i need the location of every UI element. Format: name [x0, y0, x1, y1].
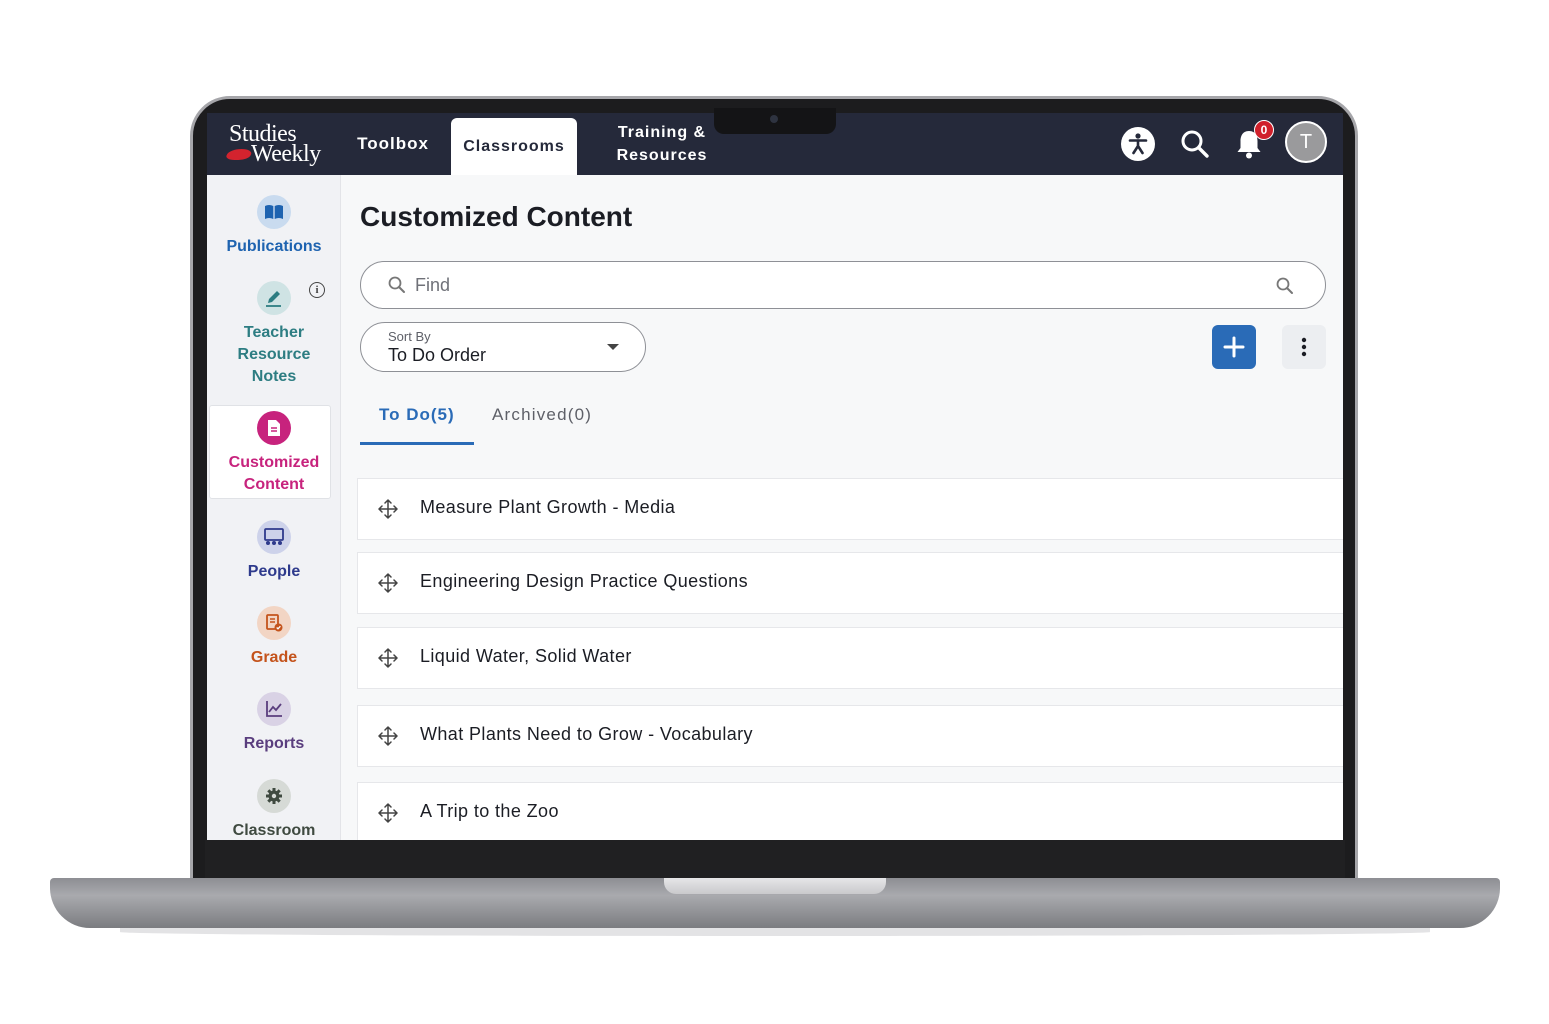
search-icon[interactable] — [1177, 126, 1213, 162]
sidebar-item-label: Teacher Resource Notes — [237, 324, 311, 385]
search-icon — [387, 275, 407, 300]
list-item[interactable]: A Trip to the Zoo — [357, 782, 1343, 840]
user-avatar[interactable]: T — [1285, 121, 1327, 163]
sidebar: Publications i Teacher Resource Notes Cu… — [207, 175, 341, 840]
sidebar-item-label: Customized Content — [228, 454, 320, 493]
search-field[interactable] — [360, 261, 1326, 309]
sort-by-select[interactable]: Sort By To Do Order — [360, 322, 646, 372]
plus-icon — [1223, 336, 1245, 358]
sidebar-item-label: Grade — [250, 649, 298, 666]
list-item[interactable]: Engineering Design Practice Questions — [357, 552, 1343, 614]
sidebar-item-grade[interactable]: Grade — [207, 606, 341, 669]
drag-handle-icon[interactable] — [377, 498, 399, 525]
drag-handle-icon[interactable] — [377, 802, 399, 829]
laptop-groove — [664, 878, 886, 894]
item-title[interactable]: A Trip to the Zoo — [420, 801, 559, 822]
camera — [770, 115, 778, 123]
sort-by-label: Sort By — [388, 329, 431, 344]
notification-count-badge: 0 — [1254, 120, 1274, 140]
book-icon — [257, 195, 291, 229]
sidebar-item-label: People — [247, 563, 301, 580]
tab-archived[interactable]: Archived(0) — [492, 405, 592, 425]
drag-handle-icon[interactable] — [377, 725, 399, 752]
apple-icon — [224, 149, 254, 160]
sidebar-item-teacher-resource-notes[interactable]: Teacher Resource Notes — [207, 281, 341, 388]
sidebar-item-classroom[interactable]: Classroom — [207, 779, 341, 840]
vertical-dots-icon — [1301, 337, 1307, 357]
search-submit-icon[interactable] — [1275, 276, 1295, 301]
nav-training-label: Training & Resources — [616, 124, 708, 164]
laptop-bezel — [205, 840, 1345, 878]
page-title: Customized Content — [360, 201, 633, 232]
chevron-down-icon — [607, 344, 619, 350]
list-item[interactable]: What Plants Need to Grow - Vocabulary — [357, 705, 1343, 767]
sidebar-item-label: Publications — [226, 238, 322, 255]
nav-training-resources[interactable]: Training & Resources — [599, 113, 725, 175]
nav-classrooms[interactable]: Classrooms — [451, 118, 577, 175]
item-title[interactable]: Engineering Design Practice Questions — [420, 571, 748, 592]
search-input[interactable] — [415, 272, 1255, 298]
sidebar-item-publications[interactable]: Publications — [207, 195, 341, 258]
people-icon — [257, 520, 291, 554]
chart-icon — [257, 692, 291, 726]
grade-icon — [257, 606, 291, 640]
sidebar-item-label: Reports — [243, 735, 305, 752]
sidebar-item-customized-content[interactable]: Customized Content — [207, 411, 341, 496]
studies-weekly-logo[interactable]: Studies Weekly — [224, 121, 335, 169]
list-item[interactable]: Measure Plant Growth - Media — [357, 478, 1343, 540]
app-screen: Studies Weekly Toolbox Classrooms Traini… — [207, 113, 1343, 840]
drag-handle-icon[interactable] — [377, 572, 399, 599]
drag-handle-icon[interactable] — [377, 647, 399, 674]
gear-icon — [257, 779, 291, 813]
more-options-button[interactable] — [1282, 325, 1326, 369]
item-title[interactable]: Measure Plant Growth - Media — [420, 497, 675, 518]
nav-toolbox[interactable]: Toolbox — [345, 113, 441, 175]
accessibility-icon[interactable] — [1121, 127, 1155, 161]
add-content-button[interactable] — [1212, 325, 1256, 369]
pen-icon — [257, 281, 291, 315]
logo-text-weekly: Weekly — [251, 141, 321, 167]
sort-by-value: To Do Order — [388, 345, 487, 365]
laptop-shadow — [120, 928, 1430, 936]
list-item[interactable]: Liquid Water, Solid Water — [357, 627, 1343, 689]
document-icon — [257, 411, 291, 445]
item-title[interactable]: Liquid Water, Solid Water — [420, 646, 632, 667]
tab-to-do[interactable]: To Do(5) — [379, 405, 455, 425]
sidebar-item-label: Classroom — [232, 822, 316, 839]
item-title[interactable]: What Plants Need to Grow - Vocabulary — [420, 724, 753, 745]
main-content: Customized Content Sort By To Do Order — [342, 175, 1343, 840]
sidebar-item-people[interactable]: People — [207, 520, 341, 583]
active-tab-indicator — [360, 442, 474, 445]
sidebar-item-reports[interactable]: Reports — [207, 692, 341, 755]
